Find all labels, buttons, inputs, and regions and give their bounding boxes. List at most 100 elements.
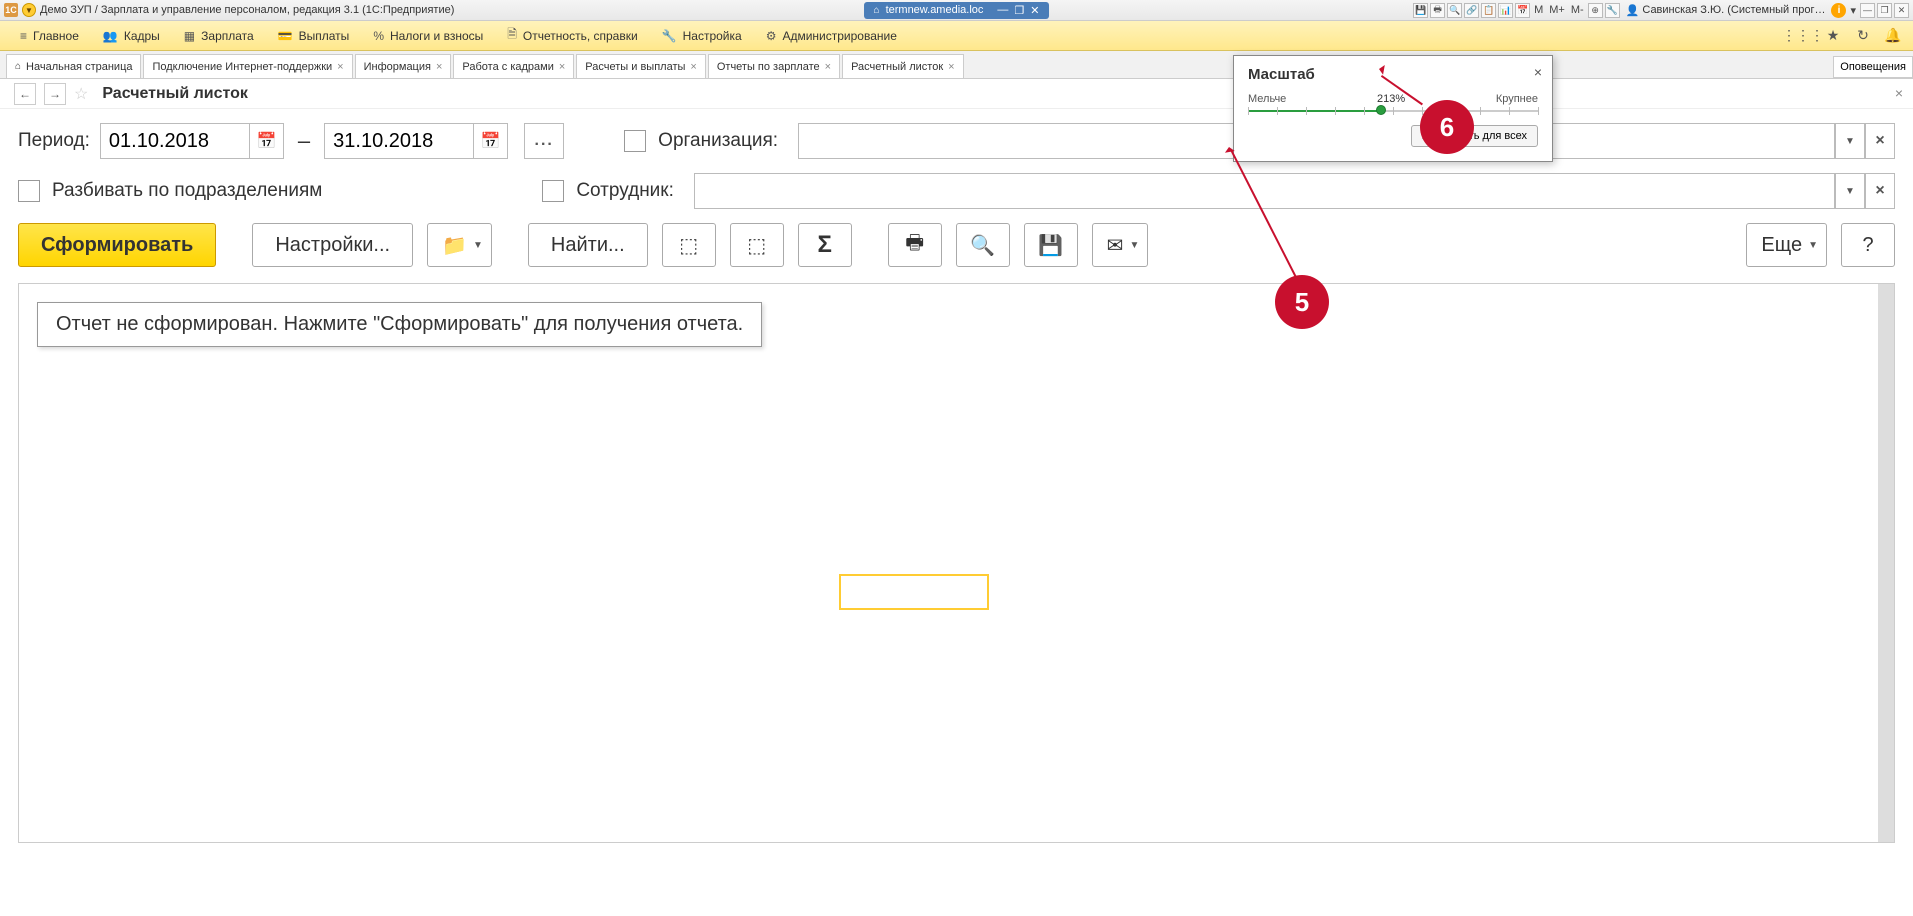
menu-otchetnost[interactable]: 🗎Отчетность, справки bbox=[495, 21, 649, 50]
date-to-input[interactable] bbox=[324, 123, 474, 159]
menu-vyplaty[interactable]: 💳Выплаты bbox=[266, 21, 362, 50]
document-icon: 🗎 bbox=[507, 25, 517, 46]
bell-icon[interactable]: 🔔 bbox=[1881, 24, 1905, 48]
tab-close-icon[interactable]: × bbox=[690, 61, 696, 73]
zoom-panel: Масштаб × Мельче 213% Крупнее Установить… bbox=[1233, 55, 1553, 162]
remote-restore-icon[interactable]: ❐ bbox=[1014, 4, 1024, 17]
history-icon[interactable]: ↻ bbox=[1851, 24, 1875, 48]
period-select-button[interactable]: ... bbox=[524, 123, 564, 159]
zoom-icon[interactable]: ⊕ bbox=[1588, 3, 1603, 18]
apps-icon[interactable]: ⋮⋮⋮ bbox=[1791, 24, 1815, 48]
vertical-scrollbar[interactable] bbox=[1878, 284, 1894, 842]
period-dash: – bbox=[298, 128, 310, 154]
percent-icon: % bbox=[373, 29, 384, 43]
tab-home[interactable]: ⌂Начальная страница bbox=[6, 54, 141, 78]
menu-nalogi[interactable]: %Налоги и взносы bbox=[361, 21, 495, 50]
organization-clear-button[interactable]: × bbox=[1865, 123, 1895, 159]
memory-mplus[interactable]: M+ bbox=[1547, 4, 1567, 16]
help-button[interactable]: ? bbox=[1841, 223, 1895, 267]
chevron-down-icon: ▼ bbox=[1808, 240, 1818, 251]
hamburger-icon: ≡ bbox=[20, 29, 27, 43]
chevron-down-icon: ▼ bbox=[473, 240, 483, 251]
generate-button[interactable]: Сформировать bbox=[18, 223, 216, 267]
tab-raschetnyy-listok[interactable]: Расчетный листок× bbox=[842, 54, 964, 78]
zoom-slider-handle[interactable] bbox=[1376, 105, 1386, 115]
callout-6: 6 bbox=[1420, 100, 1474, 154]
selected-cell[interactable] bbox=[839, 574, 989, 610]
settings-button[interactable]: Настройки... bbox=[252, 223, 413, 267]
tab-raschety[interactable]: Расчеты и выплаты× bbox=[576, 54, 706, 78]
tab-close-icon[interactable]: × bbox=[559, 61, 565, 73]
memory-m[interactable]: M bbox=[1532, 4, 1545, 16]
employee-clear-button[interactable]: × bbox=[1865, 173, 1895, 209]
remote-minimize-icon[interactable]: — bbox=[997, 4, 1008, 17]
collapse-groups-button[interactable]: ⬚ bbox=[730, 223, 784, 267]
employee-dropdown-button[interactable]: ▼ bbox=[1835, 173, 1865, 209]
tab-close-icon[interactable]: × bbox=[337, 61, 343, 73]
menu-nastroika[interactable]: 🔧Настройка bbox=[650, 21, 754, 50]
close-icon[interactable]: ✕ bbox=[1894, 3, 1909, 18]
employee-input[interactable] bbox=[694, 173, 1835, 209]
page-close-icon[interactable]: × bbox=[1895, 85, 1903, 101]
menu-label: Выплаты bbox=[299, 29, 350, 43]
tab-otchety[interactable]: Отчеты по зарплате× bbox=[708, 54, 840, 78]
dropdown-icon[interactable]: ▼ bbox=[22, 3, 36, 17]
nav-back-button[interactable]: ← bbox=[14, 83, 36, 105]
notifications-tab[interactable]: Оповещения bbox=[1833, 56, 1913, 78]
tab-kadry[interactable]: Работа с кадрами× bbox=[453, 54, 574, 78]
employee-checkbox[interactable] bbox=[542, 180, 564, 202]
menu-main[interactable]: ≡Главное bbox=[8, 21, 91, 50]
menu-kadry[interactable]: 👥Кадры bbox=[91, 21, 172, 50]
favorite-star-icon[interactable]: ☆ bbox=[74, 84, 88, 104]
memory-mminus[interactable]: M- bbox=[1569, 4, 1586, 16]
preview-button[interactable]: 🔍 bbox=[956, 223, 1010, 267]
variant-button[interactable]: 📁▼ bbox=[427, 223, 492, 267]
home-icon[interactable]: ⌂ bbox=[874, 5, 880, 16]
find-button[interactable]: Найти... bbox=[528, 223, 648, 267]
print-icon[interactable]: 🖶 bbox=[1430, 3, 1445, 18]
tab-internet-support[interactable]: Подключение Интернет-поддержки× bbox=[143, 54, 352, 78]
calendar-from-button[interactable]: 📅 bbox=[250, 123, 284, 159]
organization-dropdown-button[interactable]: ▼ bbox=[1835, 123, 1865, 159]
organization-checkbox[interactable] bbox=[624, 130, 646, 152]
info-icon[interactable]: i bbox=[1831, 3, 1846, 18]
nav-forward-button[interactable]: → bbox=[44, 83, 66, 105]
split-checkbox[interactable] bbox=[18, 180, 40, 202]
remote-close-icon[interactable]: ✕ bbox=[1030, 4, 1039, 17]
save-icon[interactable]: 💾 bbox=[1413, 3, 1428, 18]
tab-close-icon[interactable]: × bbox=[436, 61, 442, 73]
tab-info[interactable]: Информация× bbox=[355, 54, 452, 78]
link-icon[interactable]: 🔗 bbox=[1464, 3, 1479, 18]
calendar-icon[interactable]: 📅 bbox=[1515, 3, 1530, 18]
send-button[interactable]: ✉▼ bbox=[1092, 223, 1149, 267]
favorite-icon[interactable]: ★ bbox=[1821, 24, 1845, 48]
grid-icon: ▦ bbox=[184, 29, 195, 43]
copy-icon[interactable]: 📋 bbox=[1481, 3, 1496, 18]
user-info[interactable]: 👤 Савинская З.Ю. (Системный прог… bbox=[1622, 4, 1830, 17]
minimize-icon[interactable]: — bbox=[1860, 3, 1875, 18]
more-button[interactable]: Еще▼ bbox=[1746, 223, 1827, 267]
date-from-input[interactable] bbox=[100, 123, 250, 159]
save-button[interactable]: 💾 bbox=[1024, 223, 1078, 267]
print-button[interactable]: 🖶 bbox=[888, 223, 942, 267]
info-drop-icon[interactable]: ▾ bbox=[1848, 4, 1858, 17]
zoom-slider[interactable] bbox=[1248, 109, 1538, 113]
tab-close-icon[interactable]: × bbox=[825, 61, 831, 73]
maximize-icon[interactable]: ❐ bbox=[1877, 3, 1892, 18]
calc-icon[interactable]: 📊 bbox=[1498, 3, 1513, 18]
tools-icon[interactable]: 🔧 bbox=[1605, 3, 1620, 18]
menu-admin[interactable]: ⚙Администрирование bbox=[754, 21, 909, 50]
tab-close-icon[interactable]: × bbox=[948, 61, 954, 73]
zoom-bigger-label: Крупнее bbox=[1496, 93, 1538, 105]
menu-zarplata[interactable]: ▦Зарплата bbox=[172, 21, 266, 50]
app-logo-icon: 1C bbox=[4, 3, 18, 17]
calendar-to-button[interactable]: 📅 bbox=[474, 123, 508, 159]
callout-5: 5 bbox=[1275, 275, 1329, 329]
zoom-smaller-label: Мельче bbox=[1248, 93, 1286, 105]
expand-groups-button[interactable]: ⬚ bbox=[662, 223, 716, 267]
zoom-close-button[interactable]: × bbox=[1534, 64, 1542, 80]
zoom-percent: 213% bbox=[1377, 93, 1405, 105]
wrench-icon: 🔧 bbox=[662, 29, 677, 43]
sum-button[interactable]: Σ bbox=[798, 223, 852, 267]
preview-icon[interactable]: 🔍 bbox=[1447, 3, 1462, 18]
